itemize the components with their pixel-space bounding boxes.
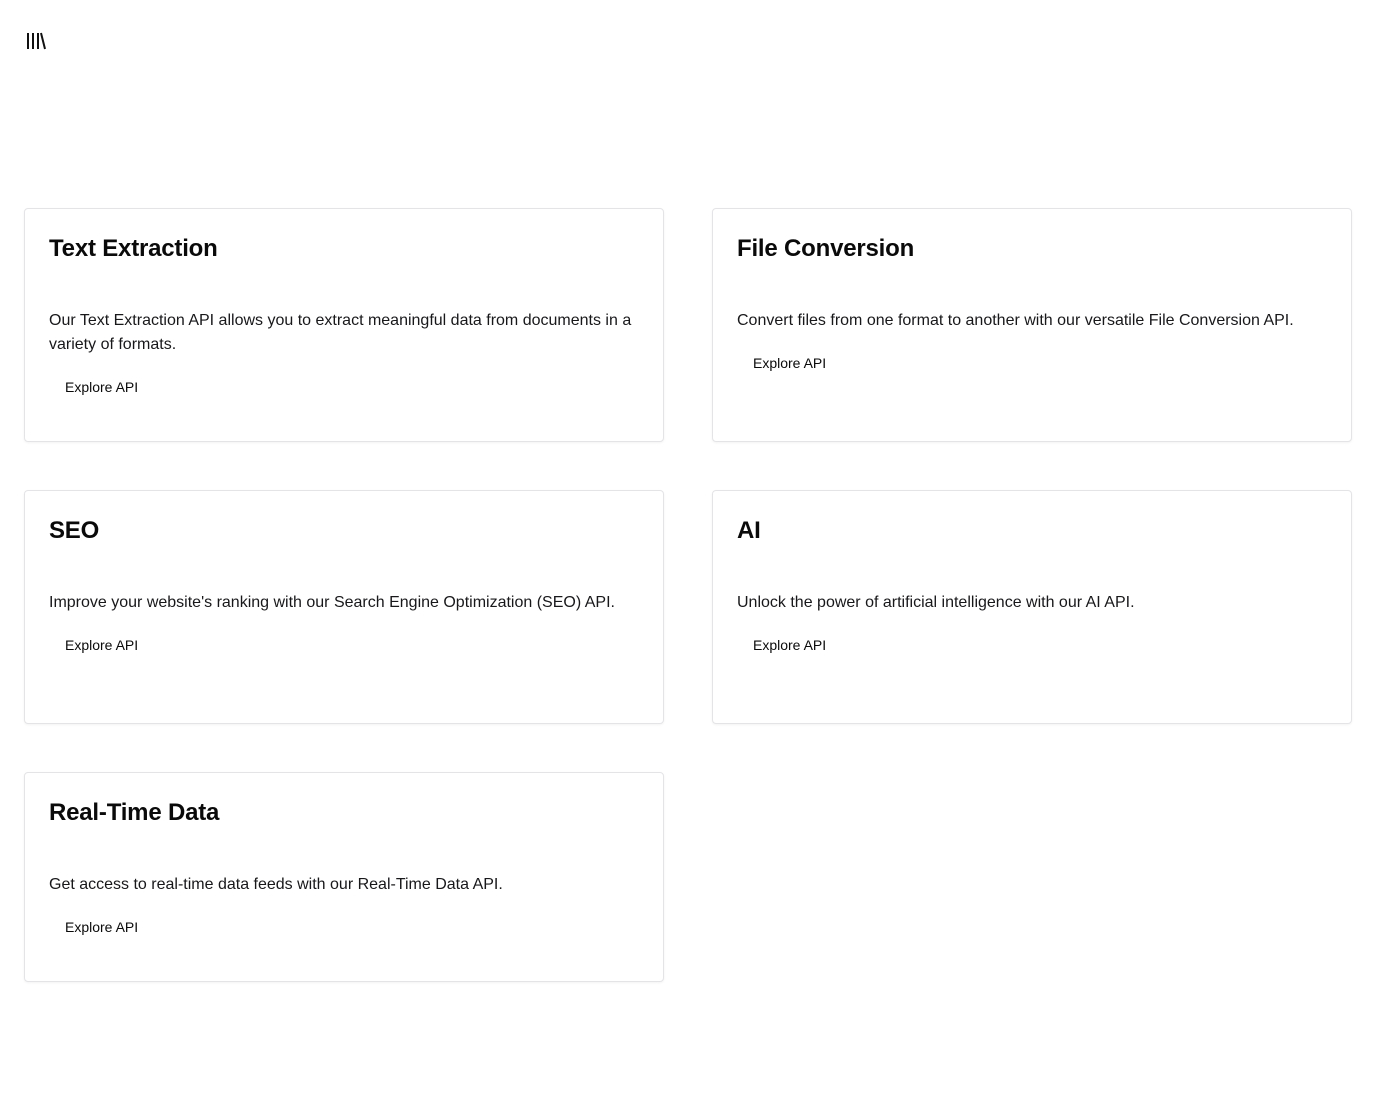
api-card-grid: Text Extraction Our Text Extraction API … [24,208,1352,982]
api-card-text-extraction: Text Extraction Our Text Extraction API … [24,208,664,442]
card-title: SEO [49,517,100,544]
api-card-file-conversion: File Conversion Convert files from one f… [712,208,1352,442]
explore-api-button[interactable]: Explore API [49,369,154,405]
card-title: File Conversion [737,235,915,262]
api-card-ai: AI Unlock the power of artificial intell… [712,490,1352,724]
card-description: Get access to real-time data feeds with … [49,876,503,893]
explore-api-button[interactable]: Explore API [737,345,842,381]
library-icon[interactable] [24,30,48,52]
api-card-real-time-data: Real-Time Data Get access to real-time d… [24,772,664,982]
card-description: Unlock the power of artificial intellige… [737,594,1135,611]
card-title: Real-Time Data [49,799,220,826]
explore-api-button[interactable]: Explore API [49,909,154,945]
card-description: Our Text Extraction API allows you to ex… [49,312,632,353]
explore-api-button[interactable]: Explore API [737,627,842,663]
card-title: Text Extraction [49,235,218,262]
api-card-seo: SEO Improve your website's ranking with … [24,490,664,724]
explore-api-button[interactable]: Explore API [49,627,154,663]
card-description: Improve your website's ranking with our … [49,594,615,611]
card-title: AI [737,517,761,544]
card-description: Convert files from one format to another… [737,312,1294,329]
